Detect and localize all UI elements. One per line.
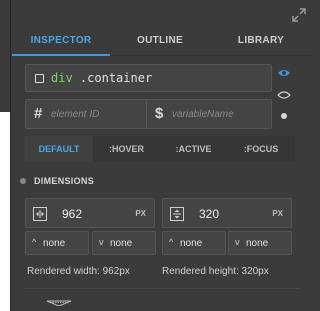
selector-field[interactable]: div .container — [25, 64, 272, 92]
caret-down-icon: v — [99, 237, 104, 247]
selector-text: div .container — [51, 71, 152, 85]
min-height-value: none — [180, 238, 203, 249]
rendered-width-label: Rendered width: 962px — [27, 266, 130, 277]
eye-outline-icon[interactable] — [277, 90, 291, 100]
expand-icon[interactable] — [292, 8, 306, 22]
height-unit[interactable]: PX — [272, 209, 283, 218]
caret-up-icon: ^ — [169, 237, 174, 247]
element-id-field[interactable]: # element ID — [25, 99, 152, 129]
max-height-value: none — [246, 238, 269, 249]
panel-tabs: INSPECTOR OUTLINE LIBRARY — [12, 28, 312, 56]
min-height-field[interactable]: ^ none — [162, 231, 226, 255]
min-width-value: none — [43, 238, 66, 249]
section-divider — [24, 288, 300, 289]
state-active[interactable]: :ACTIVE — [160, 136, 227, 162]
section-title: DIMENSIONS — [34, 176, 95, 186]
element-id-placeholder: element ID — [51, 109, 100, 120]
width-value: 962 — [62, 207, 83, 221]
width-field[interactable]: 962 PX — [25, 198, 155, 228]
caret-down-icon: v — [235, 237, 240, 247]
height-field[interactable]: 320 PX — [162, 198, 292, 228]
dollar-icon: $ — [155, 105, 164, 122]
state-hover[interactable]: :HOVER — [93, 136, 160, 162]
inspector-panel: INSPECTOR OUTLINE LIBRARY div .container… — [12, 0, 312, 311]
tab-library[interactable]: LIBRARY — [210, 28, 312, 56]
selector-checkbox[interactable] — [35, 74, 44, 83]
rendered-height-label: Rendered height: 320px — [162, 266, 269, 277]
dimensions-section-header[interactable]: DIMENSIONS — [12, 170, 312, 192]
resize-grip-icon[interactable] — [46, 300, 72, 306]
height-arrows-icon — [170, 207, 184, 221]
canvas-page — [0, 112, 10, 311]
width-unit[interactable]: PX — [135, 209, 146, 218]
max-height-field[interactable]: v none — [228, 231, 292, 255]
selector-tag: div — [51, 71, 73, 85]
caret-up-icon: ^ — [32, 237, 37, 247]
eye-icon[interactable] — [277, 68, 291, 78]
state-default[interactable]: DEFAULT — [25, 136, 93, 162]
section-bullet-icon — [20, 178, 26, 184]
max-width-value: none — [110, 238, 133, 249]
state-selector: DEFAULT :HOVER :ACTIVE :FOCUS — [25, 136, 295, 162]
tab-outline[interactable]: OUTLINE — [110, 28, 210, 56]
variable-name-placeholder: variableName — [172, 109, 234, 120]
width-arrows-icon — [33, 207, 47, 221]
hash-icon: # — [34, 105, 43, 122]
canvas-edge — [0, 0, 11, 311]
variable-name-field[interactable]: $ variableName — [146, 99, 272, 129]
tab-inspector[interactable]: INSPECTOR — [12, 28, 110, 56]
state-focus[interactable]: :FOCUS — [227, 136, 295, 162]
height-value: 320 — [199, 207, 220, 221]
selector-class: .container — [79, 71, 153, 85]
dot-icon[interactable] — [281, 113, 287, 119]
max-width-field[interactable]: v none — [92, 231, 156, 255]
min-width-field[interactable]: ^ none — [25, 231, 89, 255]
